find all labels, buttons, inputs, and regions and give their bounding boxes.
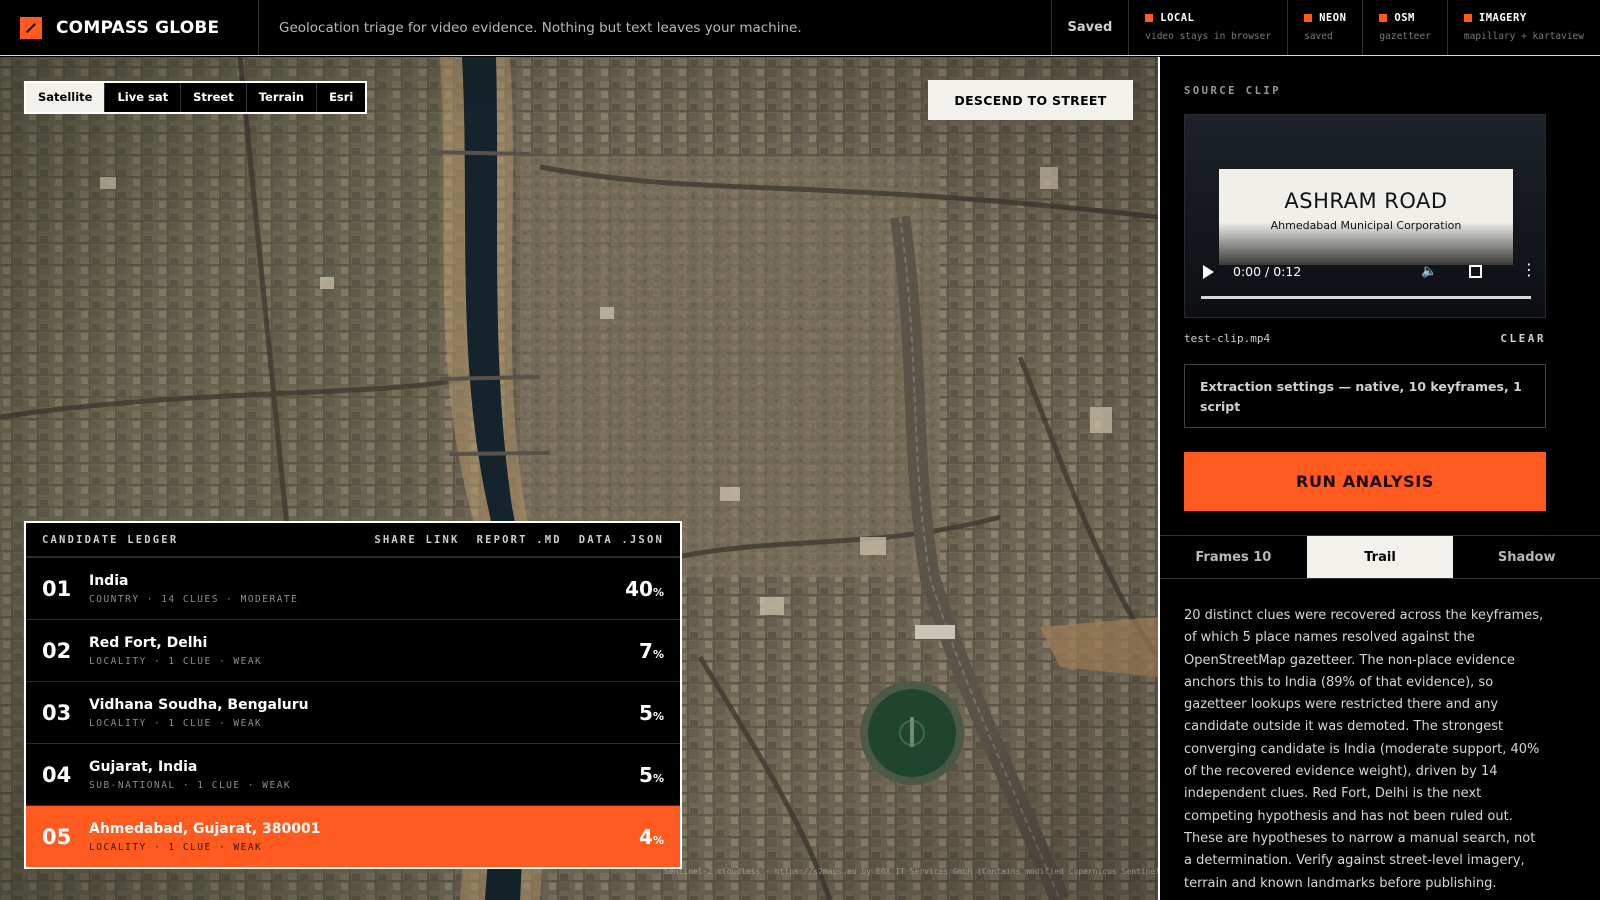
satellite-map[interactable]: Satellite Live sat Street Terrain Esri D… [0, 57, 1158, 900]
row-meta: LOCALITY · 1 CLUE · WEAK [89, 841, 263, 853]
file-name: test-clip.mp4 [1184, 332, 1271, 345]
share-link-button[interactable]: SHARE LINK [374, 534, 459, 546]
brand[interactable]: COMPASS GLOBE [0, 0, 259, 55]
status-local: LOCAL video stays in browser [1128, 0, 1287, 55]
tab-shadow[interactable]: Shadow [1453, 536, 1600, 578]
ledger-header: CANDIDATE LEDGER SHARE LINK REPORT .MD D… [26, 523, 680, 557]
file-row: test-clip.mp4 CLEAR [1184, 332, 1546, 345]
sign-subtitle: Ahmedabad Municipal Corporation [1270, 219, 1462, 232]
saved-status: Saved [1050, 0, 1129, 55]
status-sub: video stays in browser [1145, 31, 1272, 42]
status-label: OSM [1394, 12, 1415, 24]
row-percent: 5% [639, 762, 664, 787]
video-frame: ASHRAM ROAD Ahmedabad Municipal Corporat… [1219, 169, 1513, 265]
descend-to-street-button[interactable]: DESCEND TO STREET [928, 80, 1133, 120]
video-time: 0:00 / 0:12 [1233, 264, 1302, 279]
status-label: NEON [1319, 12, 1347, 24]
map-attribution: Sentinel-2 cloudless - https://s2maps.eu… [664, 867, 1158, 876]
row-percent: 5% [639, 700, 664, 725]
play-icon[interactable] [1203, 265, 1214, 279]
extraction-settings[interactable]: Extraction settings — native, 10 keyfram… [1184, 364, 1546, 428]
status-neon: NEON saved [1287, 0, 1362, 55]
more-options-icon[interactable]: ⋮ [1521, 262, 1537, 278]
analysis-panel: SOURCE CLIP ASHRAM ROAD Ahmedabad Munici… [1158, 57, 1600, 900]
ledger-title: CANDIDATE LEDGER [42, 533, 179, 546]
row-meta: SUB-NATIONAL · 1 CLUE · WEAK [89, 779, 292, 791]
tagline: Geolocation triage for video evidence. N… [279, 19, 802, 36]
run-analysis-button[interactable]: RUN ANALYSIS [1184, 452, 1546, 511]
row-rank: 04 [42, 762, 72, 787]
analysis-summary: 20 distinct clues were recovered across … [1184, 608, 1544, 891]
row-percent: 7% [639, 638, 664, 663]
map-layer-switcher: Satellite Live sat Street Terrain Esri [24, 81, 368, 114]
volume-icon[interactable]: 🔈 [1421, 264, 1437, 279]
ledger-row[interactable]: 01 India COUNTRY · 14 CLUES · MODERATE 4… [26, 557, 680, 619]
status-sub: mapillary + kartaview [1463, 31, 1584, 42]
row-percent: 40% [625, 576, 664, 601]
data-json-button[interactable]: DATA .JSON [579, 534, 664, 546]
row-name: Ahmedabad, Gujarat, 380001 [89, 820, 321, 837]
status-imagery: IMAGERY mapillary + kartaview [1446, 0, 1600, 55]
layer-tab-satellite[interactable]: Satellite [26, 83, 105, 112]
row-percent: 4% [639, 824, 664, 849]
row-name: Vidhana Soudha, Bengaluru [89, 696, 309, 713]
status-square-icon [1463, 14, 1472, 22]
panel-tabs: Frames 10 Trail Shadow [1160, 535, 1600, 579]
status-label: IMAGERY [1478, 12, 1527, 24]
row-name: India [89, 572, 129, 589]
row-rank: 05 [42, 824, 72, 849]
status-osm: OSM gazetteer [1362, 0, 1446, 55]
tab-trail[interactable]: Trail [1306, 536, 1454, 578]
sign-title: ASHRAM ROAD [1284, 189, 1448, 213]
video-player[interactable]: ASHRAM ROAD Ahmedabad Municipal Corporat… [1184, 114, 1546, 318]
status-square-icon [1379, 14, 1388, 22]
layer-tab-street[interactable]: Street [180, 83, 246, 112]
report-md-button[interactable]: REPORT .MD [477, 534, 562, 546]
top-bar: COMPASS GLOBE Geolocation triage for vid… [0, 0, 1600, 56]
status-square-icon [1145, 14, 1154, 22]
ledger-row-selected[interactable]: 05 Ahmedabad, Gujarat, 380001 LOCALITY ·… [26, 805, 680, 867]
ledger-row[interactable]: 03 Vidhana Soudha, Bengaluru LOCALITY · … [26, 681, 680, 743]
video-progress-bar[interactable] [1201, 296, 1531, 299]
tab-frames[interactable]: Frames 10 [1160, 536, 1307, 578]
source-clip-label: SOURCE CLIP [1184, 85, 1282, 97]
row-rank: 02 [42, 638, 72, 663]
ledger-row[interactable]: 02 Red Fort, Delhi LOCALITY · 1 CLUE · W… [26, 619, 680, 681]
row-rank: 03 [42, 700, 72, 725]
row-meta: LOCALITY · 1 CLUE · WEAK [89, 717, 263, 729]
status-sub: gazetteer [1379, 31, 1431, 42]
brand-name: COMPASS GLOBE [56, 17, 220, 38]
video-controls: 0:00 / 0:12 🔈 ⋮ [1185, 255, 1545, 317]
status-label: LOCAL [1160, 12, 1195, 24]
ledger-row[interactable]: 04 Gujarat, India SUB-NATIONAL · 1 CLUE … [26, 743, 680, 805]
fullscreen-icon[interactable] [1469, 265, 1482, 278]
clear-button[interactable]: CLEAR [1500, 332, 1546, 345]
row-meta: LOCALITY · 1 CLUE · WEAK [89, 655, 263, 667]
row-name: Red Fort, Delhi [89, 634, 208, 651]
compass-logo-icon [20, 16, 42, 39]
layer-tab-esri[interactable]: Esri [316, 83, 365, 112]
status-square-icon [1304, 14, 1313, 22]
row-name: Gujarat, India [89, 758, 198, 775]
status-sub: saved [1304, 31, 1333, 42]
row-meta: COUNTRY · 14 CLUES · MODERATE [89, 593, 299, 605]
candidate-ledger: CANDIDATE LEDGER SHARE LINK REPORT .MD D… [24, 521, 682, 869]
layer-tab-live-sat[interactable]: Live sat [104, 83, 180, 112]
row-rank: 01 [42, 576, 72, 601]
layer-tab-terrain[interactable]: Terrain [245, 83, 316, 112]
